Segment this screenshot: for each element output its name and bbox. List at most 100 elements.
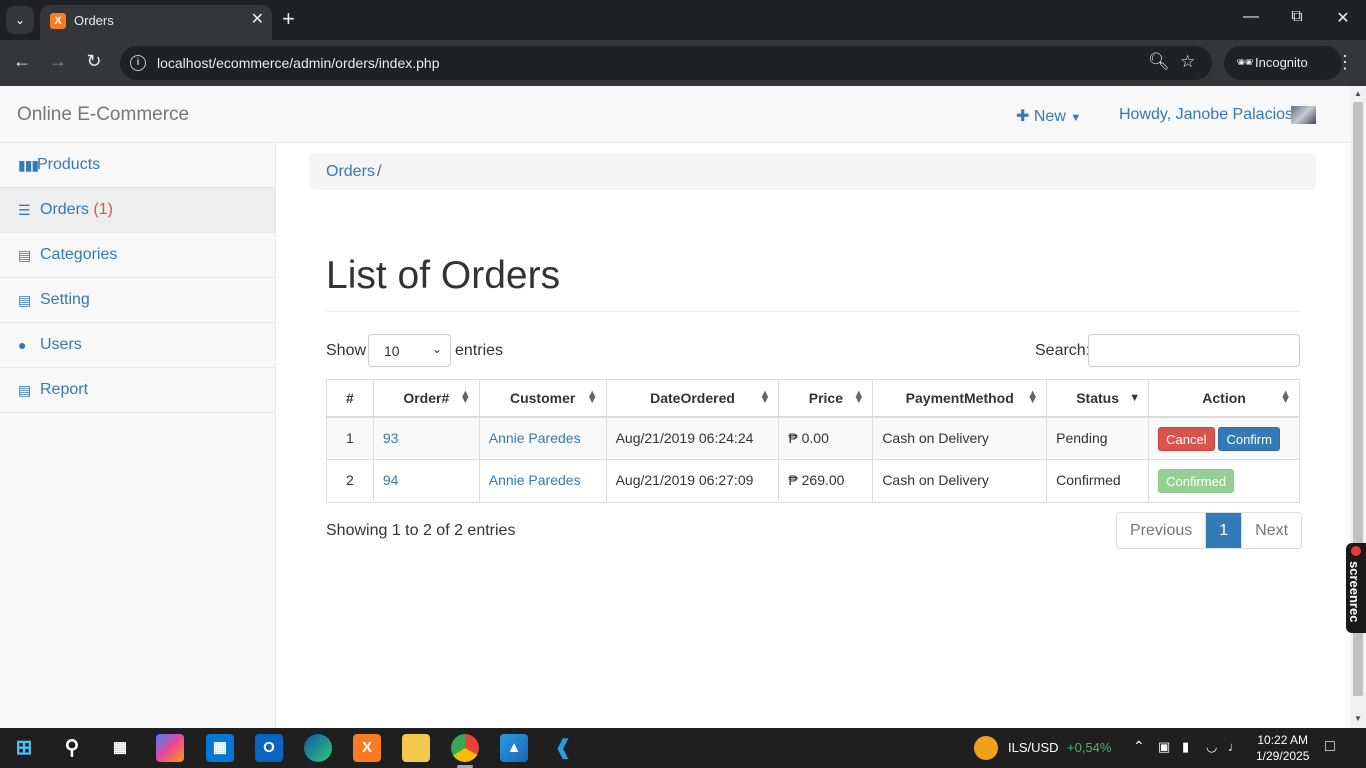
minimize-icon[interactable]: — <box>1236 8 1266 26</box>
sidebar-item-categories[interactable]: ▤ Categories <box>0 233 275 278</box>
notification-icon[interactable]: □ <box>1325 738 1335 756</box>
avatar[interactable] <box>1291 106 1316 124</box>
sidebar-item-report[interactable]: ▤ Report <box>0 368 275 413</box>
page-1-button[interactable]: 1 <box>1206 513 1242 548</box>
sidebar-item-orders[interactable]: ☰ Orders (1) <box>0 188 275 233</box>
sidebar-item-label: Setting <box>40 291 90 308</box>
restore-icon[interactable]: ⧉ <box>1282 8 1312 26</box>
sidebar-item-label: Categories <box>40 246 118 263</box>
col-header-payment[interactable]: PaymentMethod ▲ ▼ <box>872 379 1048 418</box>
col-header-date[interactable]: DateOrdered ▲ ▼ <box>605 379 780 418</box>
vscode-icon[interactable]: ❰ <box>549 734 577 762</box>
window-close-icon[interactable]: ✕ <box>1328 8 1358 28</box>
ticker-change[interactable]: +0,54% <box>1067 740 1111 755</box>
edge-icon[interactable] <box>304 734 332 762</box>
cell-status: Pending <box>1046 416 1150 460</box>
sort-desc-icon: ▼ <box>1129 392 1141 404</box>
pagination: Previous 1 Next <box>1116 512 1303 549</box>
forward-icon[interactable]: → <box>46 51 70 72</box>
search-input[interactable] <box>1088 334 1300 367</box>
col-header-price[interactable]: Price ▲ ▼ <box>778 379 874 418</box>
sidebar-item-products[interactable]: ▮▮▮ Products <box>0 143 275 188</box>
orders-count-badge: (1) <box>93 201 113 218</box>
screenrec-widget[interactable]: screenrec <box>1346 543 1366 633</box>
new-tab-icon[interactable]: + <box>282 8 295 30</box>
search-icon[interactable]: ⚲ <box>58 734 86 762</box>
col-header-customer[interactable]: Customer ▲ ▼ <box>478 379 607 418</box>
top-navbar: Online E-Commerce ✚ New ▼ Howdy, Janobe … <box>0 86 1350 143</box>
orders-label: Orders <box>40 201 89 218</box>
scroll-down-icon[interactable]: ▼ <box>1353 714 1363 723</box>
ticker-symbol[interactable]: ILS/USD <box>1008 740 1059 755</box>
cancel-button[interactable]: Cancel <box>1158 426 1215 451</box>
tab-close-icon[interactable]: ✕ <box>251 11 264 29</box>
order-link[interactable]: 93 <box>383 430 399 446</box>
previous-button[interactable]: Previous <box>1117 513 1207 548</box>
sidebar-item-label: Products <box>37 156 101 173</box>
reload-icon[interactable]: ↻ <box>82 51 106 72</box>
incognito-indicator[interactable]: 🕶︎ Incognito <box>1224 46 1342 80</box>
cell-num: 2 <box>326 459 374 503</box>
table-info: Showing 1 to 2 of 2 entries <box>326 522 516 539</box>
cell-date: Aug/21/2019 06:27:09 <box>605 459 780 503</box>
browser-tab[interactable]: X Orders ✕ <box>40 5 272 40</box>
bookmark-star-icon[interactable]: ☆ <box>1180 52 1195 72</box>
confirmed-button[interactable]: Confirmed <box>1158 469 1235 493</box>
breadcrumb-separator: / <box>377 163 382 180</box>
sidebar-item-setting[interactable]: ▤ Setting <box>0 278 275 323</box>
windows-start-icon[interactable]: ⊞ <box>10 734 38 762</box>
photos-icon[interactable]: ▲ <box>500 734 528 762</box>
new-dropdown[interactable]: ✚ New ▼ <box>1016 106 1081 126</box>
chrome-icon[interactable] <box>451 734 479 762</box>
customer-link[interactable]: Annie Paredes <box>489 472 581 488</box>
wifi-icon[interactable]: ◡ <box>1206 739 1217 755</box>
site-info-icon[interactable]: i <box>130 55 146 71</box>
new-label: New <box>1033 108 1066 125</box>
cell-action: Cancel Confirm <box>1148 416 1300 460</box>
cell-order: 93 <box>372 416 480 460</box>
col-header-status[interactable]: Status ▼ <box>1046 379 1150 418</box>
record-dot-icon <box>1351 546 1361 556</box>
file-explorer-icon[interactable] <box>402 734 430 762</box>
coins-icon[interactable] <box>974 736 998 760</box>
cell-price: ₱ 269.00 <box>778 459 874 503</box>
col-header-num[interactable]: # <box>326 379 374 418</box>
col-header-action[interactable]: Action ▲ ▼ <box>1148 379 1300 418</box>
next-button[interactable]: Next <box>1241 513 1302 548</box>
breadcrumb-orders-link[interactable]: Orders <box>326 163 375 181</box>
brand-link[interactable]: Online E-Commerce <box>17 104 189 126</box>
task-view-icon[interactable]: ▦ <box>106 734 134 762</box>
order-link[interactable]: 94 <box>383 472 399 488</box>
outlook-icon[interactable]: O <box>255 734 283 762</box>
cell-payment: Cash on Delivery <box>872 416 1048 460</box>
page-size-value: 10 <box>384 343 400 359</box>
browser-toolbar: ← → ↻ i localhost/ecommerce/admin/orders… <box>0 40 1366 86</box>
sidebar-item-users[interactable]: ● Users <box>0 323 275 368</box>
user-menu[interactable]: Howdy, Janobe Palacios <box>1119 106 1293 124</box>
cell-action: Confirmed <box>1148 459 1300 503</box>
browser-menu-icon[interactable]: ⋮ <box>1336 52 1354 73</box>
browser-tab-strip: ⌄ X Orders ✕ + — ⧉ ✕ <box>0 0 1366 40</box>
clock[interactable]: 10:22 AM 1/29/2025 <box>1256 732 1309 764</box>
file-icon: ▤ <box>18 382 32 398</box>
clock-date: 1/29/2025 <box>1256 749 1310 763</box>
tray-chevron-up-icon[interactable]: ⌃ <box>1133 738 1145 755</box>
tab-search-button[interactable]: ⌄ <box>6 6 34 34</box>
col-header-order[interactable]: Order# ▲ ▼ <box>372 379 480 418</box>
incognito-icon: 🕶︎ <box>1236 54 1254 70</box>
page-size-select[interactable]: 10 ⌄ <box>368 334 451 367</box>
address-bar[interactable]: i localhost/ecommerce/admin/orders/index… <box>120 46 1212 80</box>
store-icon[interactable]: ▦ <box>206 734 234 762</box>
url-text[interactable]: localhost/ecommerce/admin/orders/index.p… <box>157 55 439 71</box>
zoom-icon[interactable]: 🔍︎ <box>1148 52 1170 72</box>
xampp-icon[interactable]: X <box>353 734 381 762</box>
volume-icon[interactable]: ♩ <box>1228 739 1241 754</box>
battery-icon[interactable]: ▮ <box>1182 739 1189 755</box>
back-icon[interactable]: ← <box>10 51 34 72</box>
scroll-up-icon[interactable]: ▲ <box>1353 89 1363 98</box>
confirm-button[interactable]: Confirm <box>1218 426 1280 451</box>
customer-link[interactable]: Annie Paredes <box>489 430 581 446</box>
copilot-icon[interactable] <box>156 734 184 762</box>
sort-icon: ▲ ▼ <box>1280 388 1291 406</box>
meet-icon[interactable]: ▣ <box>1158 739 1170 755</box>
